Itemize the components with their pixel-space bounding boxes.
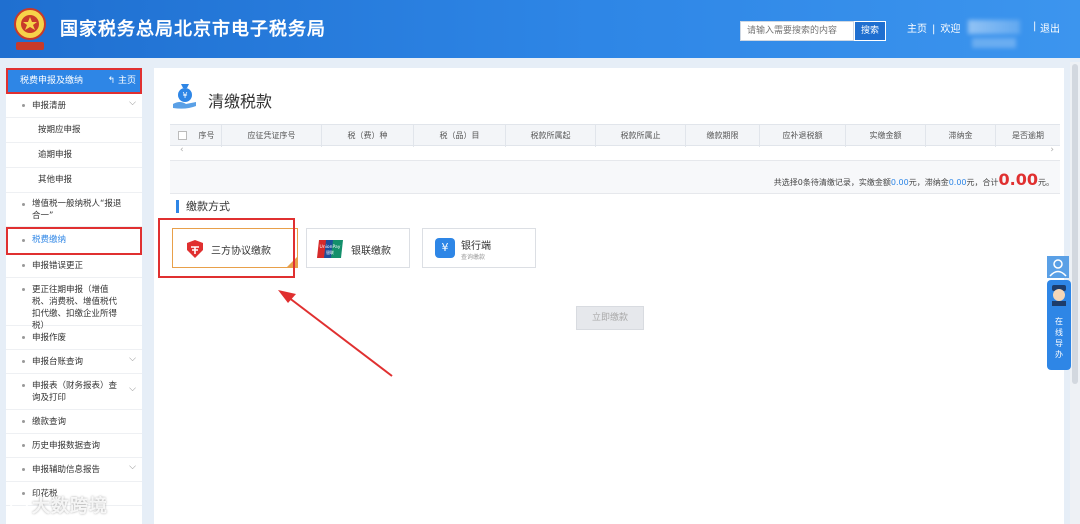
watermark-logo-icon	[10, 498, 28, 516]
user-avatar-icon[interactable]	[1047, 256, 1069, 278]
online-guide-label: 在线导办	[1055, 317, 1063, 359]
online-guide-widget[interactable]: 在线导办	[1047, 280, 1071, 370]
watermark: 大数跨境	[10, 492, 108, 518]
page-scrollbar[interactable]	[1070, 62, 1080, 524]
watermark-text: 大数跨境	[32, 496, 108, 517]
annotation-arrow	[278, 290, 393, 377]
assistant-avatar-icon	[1052, 285, 1066, 306]
scrollbar-thumb[interactable]	[1072, 64, 1078, 384]
